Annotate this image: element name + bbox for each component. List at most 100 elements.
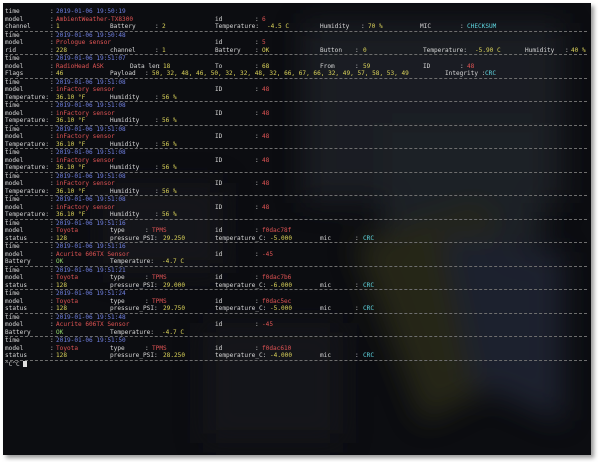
model-label: model [5, 156, 24, 164]
rid-label: rid [5, 46, 17, 54]
separator: : [50, 86, 54, 93]
separator: : [50, 281, 54, 289]
prompt-line[interactable]: ^C^C [5, 359, 587, 369]
separator: : [460, 62, 464, 70]
humidity-value: 40 % [571, 46, 586, 54]
model-value: Toyota [56, 274, 79, 281]
separator: : [255, 133, 259, 140]
id-value: f0dac78f [262, 227, 292, 234]
battery-label: Battery [5, 258, 31, 265]
separator: : [565, 46, 569, 54]
type-label: type [110, 344, 125, 352]
separator: : [255, 297, 259, 305]
log-line: time:2019-01-06 19:51:08 [5, 126, 587, 134]
id-label: id [215, 227, 223, 234]
time-label: time [5, 243, 20, 250]
model-label: model [5, 344, 24, 352]
time-label: time [5, 55, 20, 62]
pressure-label: pressure_PSI: [110, 234, 158, 242]
log-line: Battery: OK Temperature: -4.7 C [5, 329, 587, 337]
temperature-label: Temperature: [215, 23, 260, 30]
separator: : [355, 352, 359, 359]
status-value: 128 [56, 305, 68, 312]
model-value: inFactory sensor [56, 156, 115, 164]
pressure-value: 28.250 [163, 352, 186, 359]
id-label: ID [215, 180, 223, 187]
from-label: From [320, 62, 335, 70]
separator: : [355, 62, 359, 70]
type-value: TPMS [152, 344, 167, 352]
separator: : [50, 352, 54, 359]
separator: : [255, 86, 259, 93]
separator: : [50, 172, 54, 180]
separator: : [50, 313, 54, 321]
log-line: model: AmbientWeather-TX8300 id:6 [5, 16, 587, 24]
separator: : [50, 31, 54, 39]
battery-label: Battery [215, 46, 241, 54]
type-value: TPMS [152, 227, 167, 234]
temperature-c-label: temperature_C: [215, 234, 267, 242]
separator: : [50, 203, 54, 211]
log-line: Temperature: 36.10 °F Humidity:56 % [5, 94, 587, 102]
log-line: rid:228 channel:1 Battery: OK Button:0 Temper… [5, 47, 587, 55]
humidity-label: Humidity [110, 93, 140, 101]
temperature-label: Temperature: [423, 46, 468, 54]
temperature-value: 36.10 °F [56, 164, 86, 171]
log-entry: time:2019-01-06 19:50:48 model: Prologue s… [5, 30, 587, 55]
log-line: Flags:46 Payload:50, 32, 48, 46, 50, 32, … [5, 70, 587, 78]
id-value: 48 [467, 62, 475, 70]
humidity-label: Humidity [525, 46, 555, 54]
pressure-value: 29.250 [163, 234, 186, 242]
pressure-value: 29.750 [163, 305, 186, 312]
id-label: ID [215, 203, 223, 211]
log-output[interactable]: time: 2019-01-06 19:50:19 model: AmbientWea… [5, 8, 587, 368]
prompt-row[interactable]: ^C^C [5, 361, 587, 369]
humidity-value: 56 % [162, 187, 177, 195]
log-line: model: inFactory sensor ID:48 [5, 204, 587, 212]
separator: : [255, 250, 259, 258]
log-line: Temperature: 36.10 °F Humidity:56 % [5, 117, 587, 125]
model-value: inFactory sensor [56, 86, 115, 93]
time-value: 2019-01-06 19:51:08 [56, 102, 126, 109]
model-value: Acurite 606TX Sensor [56, 321, 130, 328]
id-label: id [215, 250, 223, 258]
terminal-window[interactable]: time: 2019-01-06 19:50:19 model: AmbientWea… [3, 3, 591, 455]
log-line: model: inFactory sensor ID:48 [5, 133, 587, 141]
time-label: time [5, 8, 20, 15]
id-label: id [215, 344, 223, 352]
log-line: time:2019-01-06 19:51:08 [5, 196, 587, 204]
status-value: 128 [56, 281, 68, 289]
separator: : [50, 297, 54, 305]
separator: : [50, 290, 54, 297]
integrity-value: CRC [485, 70, 497, 77]
log-line: time:2019-01-06 19:51:08 [5, 79, 587, 87]
id-value: 48 [262, 156, 270, 164]
log-line: time:2019-01-06 19:51:16 [5, 243, 587, 251]
mic-value: CRC [363, 352, 375, 359]
separator: : [50, 180, 54, 187]
separator: : [155, 187, 159, 195]
humidity-value: 56 % [162, 93, 177, 101]
model-value: Toyota [56, 344, 79, 352]
separator: : [50, 70, 54, 77]
model-label: model [5, 180, 24, 187]
status-label: status [5, 281, 28, 289]
model-value: inFactory sensor [56, 133, 115, 140]
separator: : [145, 297, 149, 305]
model-value: Toyota [56, 227, 79, 234]
model-value: Prologue sensor [56, 39, 112, 46]
channel-label: channel [5, 23, 31, 30]
status-label: status [5, 305, 28, 312]
separator: : [50, 62, 54, 70]
log-entry: time:2019-01-06 19:51:08 model: inFactory … [5, 77, 587, 102]
separator: : [50, 109, 54, 117]
time-value: 2019-01-06 19:50:19 [56, 8, 126, 15]
log-line: status:128 pressure_PSI: 29.250 temperature… [5, 235, 587, 243]
log-line: Temperature: 36.10 °F Humidity:56 % [5, 164, 587, 172]
separator: : [255, 274, 259, 281]
temperature-value: 36.10 °F [56, 117, 86, 124]
separator: : [50, 39, 54, 46]
separator: : [50, 15, 54, 23]
time-value: 2019-01-06 19:51:08 [56, 78, 126, 86]
separator: : [50, 149, 54, 156]
